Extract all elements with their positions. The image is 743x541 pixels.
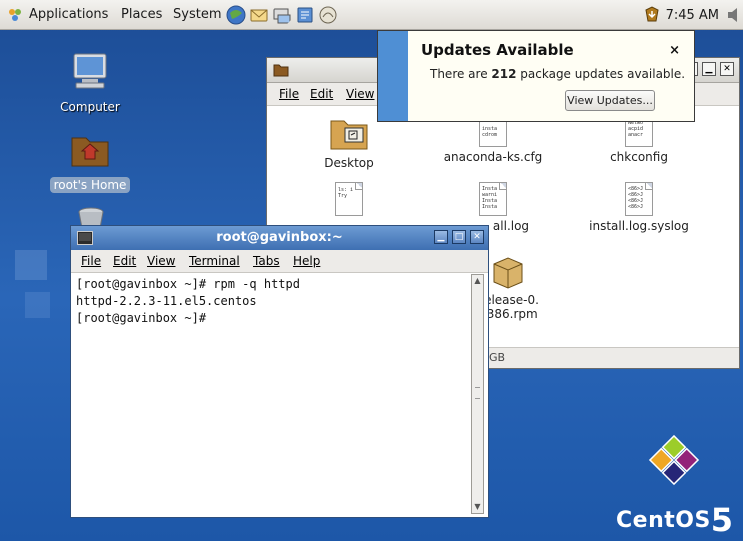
terminal-menubar: File Edit View Terminal Tabs Help bbox=[71, 250, 488, 273]
menu-edit[interactable]: Edit bbox=[113, 254, 136, 268]
file-label: all.log bbox=[492, 219, 530, 233]
file-label: anaconda-ks.cfg bbox=[443, 150, 543, 164]
desktop-icon-computer[interactable]: Computer bbox=[45, 52, 135, 115]
view-updates-button[interactable]: View Updates... bbox=[565, 90, 655, 111]
minimize-button[interactable]: ▁ bbox=[434, 230, 448, 244]
update-notifier-icon[interactable] bbox=[643, 5, 661, 25]
desktop-icon-label: Computer bbox=[60, 100, 120, 114]
text-file-icon: <86>J <86>J <86>J <86>J bbox=[625, 182, 653, 216]
folder-icon bbox=[273, 64, 289, 77]
system-menu[interactable]: System bbox=[173, 7, 221, 22]
desktop-folder-icon bbox=[330, 120, 368, 150]
centos-logo-icon bbox=[648, 434, 700, 486]
centos-logo-text: CentOS5 bbox=[616, 501, 734, 539]
file-label: install.log.syslog bbox=[589, 219, 689, 233]
menu-help[interactable]: Help bbox=[293, 254, 320, 268]
scroll-up-icon[interactable]: ▲ bbox=[473, 276, 482, 286]
network-launcher-icon[interactable] bbox=[272, 5, 292, 25]
applications-menu[interactable]: Applications bbox=[29, 7, 108, 22]
desktop-shadow-block bbox=[15, 250, 47, 280]
desktop-icon-label: root's Home bbox=[49, 177, 131, 193]
terminal-window: root@gavinbox:~ ▁ □ ✕ File Edit View Ter… bbox=[70, 225, 489, 518]
notes-launcher-icon[interactable] bbox=[295, 5, 315, 25]
home-folder-icon bbox=[71, 137, 109, 167]
terminal-titlebar[interactable]: root@gavinbox:~ ▁ □ ✕ bbox=[71, 226, 488, 250]
mail-client-launcher-icon[interactable] bbox=[249, 5, 269, 25]
file-label: Desktop bbox=[324, 156, 374, 170]
free-space-label: GB bbox=[489, 351, 506, 364]
menu-view[interactable]: View bbox=[147, 254, 175, 268]
menu-view[interactable]: View bbox=[346, 87, 374, 101]
update-count: 212 bbox=[491, 67, 517, 81]
applications-menu-icon[interactable] bbox=[6, 6, 24, 24]
places-menu[interactable]: Places bbox=[121, 7, 162, 22]
notification-accent-bar bbox=[378, 31, 408, 121]
file-item-install-syslog[interactable]: <86>J <86>J <86>J <86>J install.log.sysl… bbox=[579, 182, 699, 233]
clock[interactable]: 7:45 AM bbox=[666, 8, 719, 23]
terminal-line: [root@gavinbox ~]# bbox=[76, 311, 207, 325]
close-button[interactable]: ✕ bbox=[720, 62, 734, 76]
text-file-icon: ls: i Try bbox=[335, 182, 363, 216]
desktop-shadow-block bbox=[25, 292, 50, 318]
terminal-output[interactable]: [root@gavinbox ~]# rpm -q httpd httpd-2.2… bbox=[76, 276, 300, 327]
terminal-line: httpd-2.2.3-11.el5.centos bbox=[76, 294, 257, 308]
menu-tabs[interactable]: Tabs bbox=[253, 254, 280, 268]
file-item-small-text[interactable]: ls: i Try bbox=[289, 182, 409, 219]
menu-file[interactable]: File bbox=[81, 254, 101, 268]
menu-file[interactable]: File bbox=[279, 87, 299, 101]
file-label: chkconfig bbox=[610, 150, 668, 164]
tools-launcher-icon[interactable] bbox=[318, 5, 338, 25]
desktop-icon-home[interactable]: root's Home bbox=[45, 130, 135, 193]
menu-terminal[interactable]: Terminal bbox=[189, 254, 240, 268]
terminal-title: root@gavinbox:~ bbox=[216, 230, 343, 245]
minimize-button[interactable]: ▁ bbox=[702, 62, 716, 76]
close-button[interactable]: ✕ bbox=[470, 230, 484, 244]
close-icon[interactable]: × bbox=[669, 43, 680, 58]
scroll-down-icon[interactable]: ▼ bbox=[473, 502, 482, 512]
top-panel: Applications Places System 7:45 AM bbox=[0, 0, 743, 30]
notification-title: Updates Available bbox=[421, 41, 574, 59]
scroll-thumb-grip[interactable] bbox=[475, 387, 480, 399]
package-icon bbox=[493, 257, 523, 289]
menu-edit[interactable]: Edit bbox=[310, 87, 333, 101]
web-browser-launcher-icon[interactable] bbox=[226, 5, 246, 25]
terminal-scrollbar[interactable]: ▲ ▼ bbox=[471, 274, 484, 514]
maximize-button[interactable]: □ bbox=[452, 230, 466, 244]
updates-notification: Updates Available × There are 212 packag… bbox=[377, 30, 695, 122]
text-file-icon: Insta warni Insta Insta bbox=[479, 182, 507, 216]
computer-icon bbox=[73, 53, 107, 89]
notification-body: There are 212 package updates available. bbox=[430, 67, 686, 81]
volume-icon[interactable] bbox=[727, 5, 741, 25]
terminal-line: [root@gavinbox ~]# rpm -q httpd bbox=[76, 277, 300, 291]
